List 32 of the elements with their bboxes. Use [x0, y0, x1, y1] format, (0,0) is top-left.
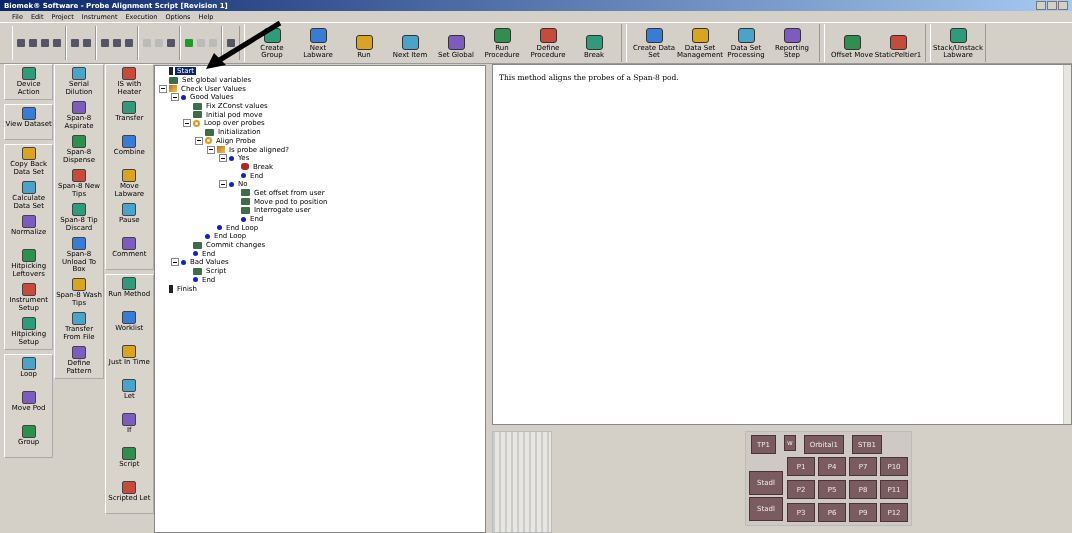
break-icon [241, 163, 249, 171]
collapse-toggle-icon[interactable] [159, 84, 167, 93]
dot-icon [229, 181, 234, 187]
branch-icon [169, 85, 177, 93]
dot-icon [217, 225, 222, 231]
bar-icon [169, 284, 173, 293]
step-icon [193, 241, 202, 249]
collapse-toggle-icon[interactable] [171, 258, 179, 267]
dot-icon [193, 277, 198, 283]
bar-icon [169, 67, 173, 76]
loop-icon [205, 137, 212, 145]
dot-icon [241, 216, 246, 222]
loop-icon [193, 119, 200, 127]
dot-icon [229, 155, 234, 161]
dot-icon [241, 173, 246, 179]
close-button[interactable] [1058, 1, 1068, 10]
branch-icon [217, 146, 225, 154]
step-icon [193, 267, 202, 275]
minimize-button[interactable] [1036, 1, 1046, 10]
dot-icon [193, 251, 198, 257]
collapse-toggle-icon[interactable] [171, 93, 179, 102]
collapse-toggle-icon[interactable] [219, 180, 227, 189]
step-icon [169, 76, 178, 84]
dot-icon [181, 94, 186, 100]
collapse-toggle-icon[interactable] [219, 154, 227, 163]
dot-icon [181, 259, 186, 265]
dot-icon [205, 233, 210, 239]
scrollbar[interactable] [1063, 65, 1071, 424]
maximize-button[interactable] [1047, 1, 1057, 10]
collapse-toggle-icon[interactable] [195, 136, 203, 145]
collapse-toggle-icon[interactable] [183, 119, 191, 128]
collapse-toggle-icon[interactable] [207, 145, 215, 154]
